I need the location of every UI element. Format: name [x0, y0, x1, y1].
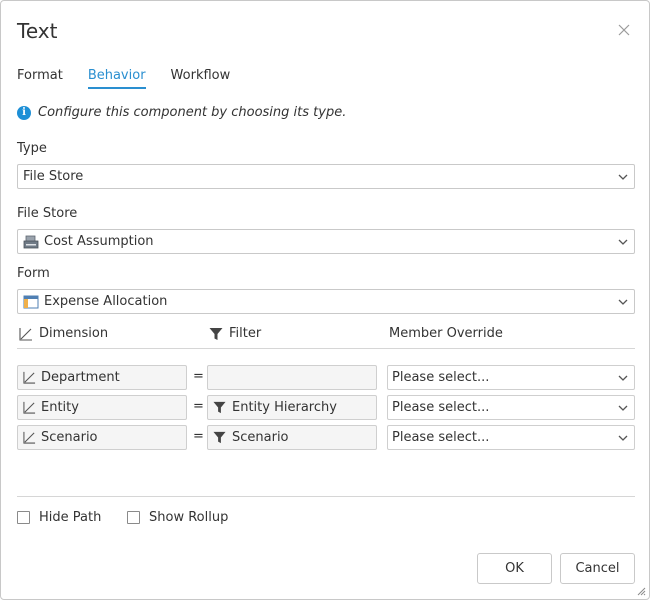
file-store-label: File Store [17, 206, 78, 221]
filter-icon [213, 431, 226, 444]
file-store-icon [23, 235, 39, 248]
file-store-select[interactable]: Cost Assumption [17, 229, 635, 254]
override-value: Please select... [392, 370, 490, 385]
override-header-label: Member Override [389, 326, 503, 341]
chevron-down-icon [618, 299, 628, 305]
member-override-select[interactable]: Please select... [387, 365, 635, 390]
dimension-header-label: Dimension [39, 326, 109, 341]
dimension-cell: Entity [17, 395, 187, 420]
tab-behavior[interactable]: Behavior [87, 68, 146, 89]
checkbox-box[interactable] [17, 511, 30, 524]
dimension-icon [23, 401, 36, 414]
dimension-grid-header: Dimension Filter Member Override [17, 325, 635, 349]
override-value: Please select... [392, 400, 490, 415]
equals-sign: = [193, 369, 204, 384]
show-rollup-checkbox[interactable]: Show Rollup [127, 510, 228, 525]
filter-cell[interactable]: Scenario [207, 425, 377, 450]
chevron-down-icon [618, 239, 628, 245]
dimension-icon [23, 431, 36, 444]
override-value: Please select... [392, 430, 490, 445]
dimension-cell: Department [17, 365, 187, 390]
form-icon [23, 295, 39, 308]
member-override-select[interactable]: Please select... [387, 395, 635, 420]
form-value: Expense Allocation [44, 294, 168, 309]
table-row: Department = Please select... [17, 365, 635, 390]
show-rollup-label: Show Rollup [149, 510, 229, 525]
form-select[interactable]: Expense Allocation [17, 289, 635, 314]
chevron-down-icon [618, 375, 628, 381]
type-value: File Store [23, 169, 84, 184]
chevron-down-icon [618, 435, 628, 441]
hide-path-label: Hide Path [39, 510, 102, 525]
filter-icon [213, 401, 226, 414]
table-row: Entity = Entity Hierarchy Please select.… [17, 395, 635, 420]
form-label: Form [17, 266, 50, 281]
filter-cell[interactable] [207, 365, 377, 390]
type-select[interactable]: File Store [17, 164, 635, 189]
resize-handle-icon[interactable] [637, 587, 646, 596]
equals-sign: = [193, 429, 204, 444]
hide-path-checkbox[interactable]: Hide Path [17, 510, 101, 525]
filter-cell[interactable]: Entity Hierarchy [207, 395, 377, 420]
ok-button[interactable]: OK [477, 553, 552, 584]
dimension-value: Department [41, 370, 120, 385]
close-icon[interactable] [617, 23, 631, 37]
dimension-header: Dimension [19, 326, 108, 341]
chevron-down-icon [618, 174, 628, 180]
info-icon: i [17, 105, 31, 120]
equals-sign: = [193, 399, 204, 414]
filter-icon [209, 327, 223, 340]
member-override-select[interactable]: Please select... [387, 425, 635, 450]
file-store-value: Cost Assumption [44, 234, 154, 249]
tab-bar: Format Behavior Workflow [17, 68, 255, 90]
info-message: i Configure this component by choosing i… [17, 105, 346, 120]
filter-value: Entity Hierarchy [232, 400, 337, 415]
info-text: Configure this component by choosing its… [38, 105, 347, 120]
chevron-down-icon [618, 405, 628, 411]
tab-workflow[interactable]: Workflow [171, 68, 231, 89]
dimension-cell: Scenario [17, 425, 187, 450]
tab-format[interactable]: Format [17, 68, 63, 89]
checkbox-box[interactable] [127, 511, 140, 524]
dialog: Text Format Behavior Workflow i Configur… [0, 0, 650, 600]
dimension-value: Entity [41, 400, 79, 415]
filter-value: Scenario [232, 430, 289, 445]
filter-header-label: Filter [229, 326, 262, 341]
cancel-button[interactable]: Cancel [560, 553, 635, 584]
table-row: Scenario = Scenario Please select... [17, 425, 635, 450]
override-header: Member Override [389, 326, 503, 341]
divider [17, 496, 635, 497]
dimension-value: Scenario [41, 430, 98, 445]
dimension-icon [23, 371, 36, 384]
type-label: Type [17, 141, 47, 156]
filter-header: Filter [209, 326, 261, 341]
dialog-title: Text [17, 19, 58, 43]
dimension-icon [19, 327, 32, 341]
